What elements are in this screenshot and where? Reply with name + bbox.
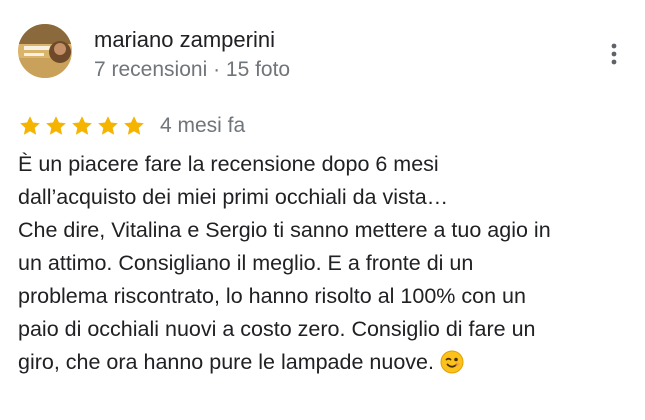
winking-face-emoji-icon xyxy=(440,350,464,374)
star-icon xyxy=(72,116,92,135)
review-line-last: giro, che ora hanno pure le lampade nuov… xyxy=(18,346,630,379)
review-card: mariano zamperini 7 recensioni · 15 foto… xyxy=(0,0,645,420)
star-icon xyxy=(46,116,66,135)
review-text: È un piacere fare la recensione dopo 6 m… xyxy=(18,148,630,379)
star-icon xyxy=(98,116,118,135)
more-options-button[interactable] xyxy=(598,38,630,70)
star-icon xyxy=(124,116,144,135)
star-rating xyxy=(18,114,146,138)
review-line: Che dire, Vitalina e Sergio ti sanno met… xyxy=(18,218,551,242)
star-icon xyxy=(20,116,40,135)
review-line: giro, che ora hanno pure le lampade nuov… xyxy=(18,350,434,374)
review-line: È un piacere fare la recensione dopo 6 m… xyxy=(18,152,439,176)
review-age: 4 mesi fa xyxy=(160,114,246,137)
author-stats[interactable]: 7 recensioni · 15 foto xyxy=(94,56,290,84)
review-line: problema riscontrato, lo hanno risolto a… xyxy=(18,284,526,308)
more-vert-icon xyxy=(611,43,617,65)
review-line: paio di occhiali nuovi a costo zero. Con… xyxy=(18,317,536,341)
rating-row: 4 mesi fa xyxy=(18,112,245,140)
author-avatar[interactable] xyxy=(18,24,72,78)
review-line: dall’acquisto dei miei primi occhiali da… xyxy=(18,185,449,209)
author-name[interactable]: mariano zamperini xyxy=(94,26,275,54)
review-line: un attimo. Consigliano il meglio. E a fr… xyxy=(18,251,474,275)
